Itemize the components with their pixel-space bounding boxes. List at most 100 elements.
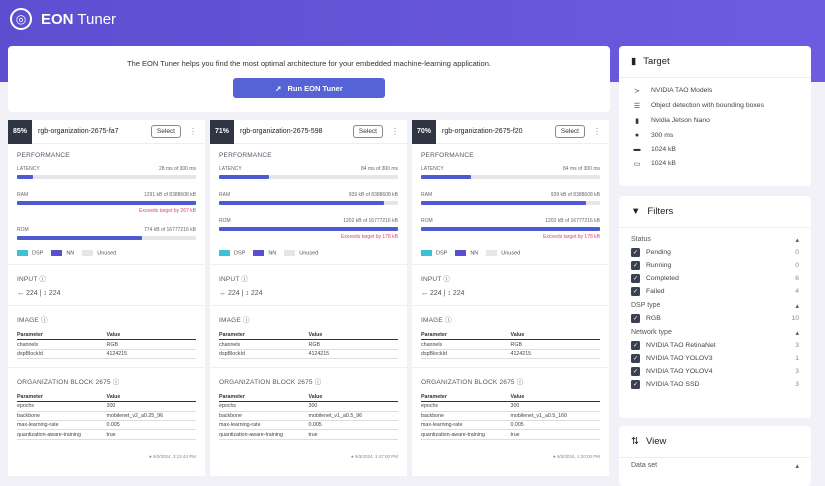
filter-group-header[interactable]: Network type ▴ bbox=[619, 325, 811, 339]
input-dimensions: ↔ 224 | ↕ 224 bbox=[17, 290, 196, 297]
filter-label: Running bbox=[646, 262, 672, 269]
value-cell: 0.005 bbox=[308, 420, 398, 431]
legend-label: DSP bbox=[234, 250, 246, 257]
latency-bar-fill bbox=[17, 175, 34, 179]
filter-option[interactable]: ✓ Running 0 bbox=[619, 259, 811, 272]
filter-option[interactable]: ✓ Completed 6 bbox=[619, 272, 811, 285]
value-cell: true bbox=[510, 429, 600, 440]
filters-panel: ▼ Filters Status ▴ ✓ Pending 0 ✓ Running 0 ✓ Compl… bbox=[619, 196, 811, 418]
checkbox-checked[interactable]: ✓ bbox=[631, 274, 640, 283]
target-text: Object detection with bounding boxes bbox=[651, 102, 764, 109]
filter-label: NVIDIA TAO SSD bbox=[646, 381, 700, 388]
ram-icon: ▬ bbox=[633, 145, 641, 153]
result-card: 70% rgb-organization-2675-f20 Select ⋮ PERFO… bbox=[412, 119, 609, 476]
table-header: Parameter Value bbox=[17, 331, 196, 341]
more-options-icon[interactable]: ⋮ bbox=[189, 127, 197, 136]
legend-label: NN bbox=[66, 250, 75, 257]
filter-label: NVIDIA TAO YOLOV3 bbox=[646, 355, 713, 362]
org-section: ORGANIZATION BLOCK 2675 ⓘ Parameter Value e… bbox=[8, 368, 205, 448]
select-button[interactable]: Select bbox=[352, 125, 383, 138]
input-heading: INPUT ⓘ bbox=[17, 276, 47, 284]
value-cell: true bbox=[308, 429, 398, 440]
table-header: Parameter Value bbox=[219, 393, 398, 403]
rom-row: ROM 1202 kB of 16777216 kB bbox=[421, 218, 600, 224]
filter-count: 10 bbox=[791, 315, 799, 322]
legend-swatch bbox=[17, 250, 28, 256]
filter-option[interactable]: ✓ Failed 4 bbox=[619, 285, 811, 298]
legend-dsp: DSP bbox=[421, 250, 447, 256]
target-item: ▮ Nvidia Jetson Nano bbox=[619, 113, 811, 128]
parameter-cell: dspBlockId bbox=[17, 349, 107, 360]
filter-group-header[interactable]: Status ▴ bbox=[619, 232, 811, 246]
checkbox-checked[interactable]: ✓ bbox=[631, 314, 640, 323]
run-eon-tuner-button[interactable]: ➚ Run EON Tuner bbox=[233, 78, 385, 98]
input-title: INPUT bbox=[421, 276, 442, 284]
parameter-header: Parameter bbox=[421, 331, 511, 341]
select-button[interactable]: Select bbox=[554, 125, 585, 138]
input-title: INPUT bbox=[17, 276, 38, 284]
filter-count: 1 bbox=[795, 355, 799, 362]
legend-label: Unused bbox=[299, 250, 319, 257]
device-icon: ▮ bbox=[635, 117, 639, 125]
more-options-icon[interactable]: ⋮ bbox=[391, 127, 399, 136]
input-section: INPUT ⓘ ↔ 224 | ↕ 224 bbox=[210, 265, 407, 307]
database-icon: ☰ bbox=[633, 102, 641, 110]
filter-group-data-set[interactable]: Data set ▴ bbox=[619, 458, 811, 472]
rom-warning: Exceeds target by 178 kB bbox=[543, 234, 600, 240]
legend-label: NN bbox=[268, 250, 277, 257]
checkbox-checked[interactable]: ✓ bbox=[631, 341, 640, 350]
filter-option[interactable]: ✓ NVIDIA TAO SSD 3 bbox=[619, 378, 811, 391]
ram-bar bbox=[17, 201, 196, 205]
parameter-cell: channels bbox=[17, 339, 107, 350]
parameter-header: Parameter bbox=[17, 393, 107, 403]
value-cell: 4124215 bbox=[106, 349, 196, 360]
legend: DSP NN Unused bbox=[219, 250, 398, 256]
checkbox-checked[interactable]: ✓ bbox=[631, 287, 640, 296]
table-row: max-learning-rate 0.005 bbox=[219, 420, 398, 431]
image-heading: IMAGE ⓘ bbox=[17, 317, 48, 325]
filter-option[interactable]: ✓ NVIDIA TAO YOLOV4 3 bbox=[619, 365, 811, 378]
parameter-cell: epochs bbox=[421, 401, 511, 412]
image-section: IMAGE ⓘ Parameter Value channels RGB dspBlock… bbox=[412, 306, 609, 369]
filter-label: RGB bbox=[646, 315, 661, 322]
select-button[interactable]: Select bbox=[150, 125, 181, 138]
legend-swatch bbox=[51, 250, 63, 256]
filter-count: 0 bbox=[795, 262, 799, 269]
checkbox-checked[interactable]: ✓ bbox=[631, 367, 640, 376]
legend-label: Unused bbox=[501, 250, 521, 257]
org-section: ORGANIZATION BLOCK 2675 ⓘ Parameter Value e… bbox=[210, 368, 407, 448]
target-item: ≻ NVIDIA TAO Models bbox=[619, 83, 811, 98]
parameter-cell: backbone bbox=[421, 411, 511, 421]
org-title: ORGANIZATION BLOCK 2675 bbox=[421, 379, 515, 387]
latency-bar-fill bbox=[219, 175, 270, 179]
checkbox-checked[interactable]: ✓ bbox=[631, 354, 640, 363]
ram-warning: Exceeds target by 267 kB bbox=[139, 208, 196, 214]
image-table: Parameter Value channels RGB dspBlockId 41242… bbox=[219, 331, 398, 360]
checkbox-checked[interactable]: ✓ bbox=[631, 248, 640, 257]
ram-bar-fill bbox=[421, 201, 586, 205]
filter-group-header[interactable]: DSP type ▴ bbox=[619, 298, 811, 312]
filter-option[interactable]: ✓ NVIDIA TAO YOLOV3 1 bbox=[619, 352, 811, 365]
checkbox-checked[interactable]: ✓ bbox=[631, 380, 640, 389]
intro-panel: The EON Tuner helps you find the most op… bbox=[8, 46, 610, 112]
table-header: Parameter Value bbox=[421, 331, 600, 341]
table-header: Parameter Value bbox=[421, 393, 600, 403]
legend: DSP NN Unused bbox=[421, 250, 600, 256]
input-width: 224 bbox=[227, 290, 240, 298]
collapse-icon: ▴ bbox=[795, 237, 799, 244]
performance-section: PERFORMANCE LATENCY 28 ms of 300 ms RAM 1291… bbox=[8, 144, 205, 266]
filter-option[interactable]: ✓ Pending 0 bbox=[619, 246, 811, 259]
performance-section: PERFORMANCE LATENCY 84 ms of 300 ms RAM 939 … bbox=[210, 144, 407, 266]
score-badge: 85% bbox=[8, 119, 32, 144]
target-item: ▭ 1024 kB bbox=[619, 156, 811, 171]
table-row: dspBlockId 4124215 bbox=[17, 349, 196, 360]
filter-option[interactable]: ✓ NVIDIA TAO RetinaNet 3 bbox=[619, 339, 811, 352]
rom-bar-fill bbox=[421, 227, 600, 231]
checkbox-checked[interactable]: ✓ bbox=[631, 261, 640, 270]
filter-option[interactable]: ✓ RGB 10 bbox=[619, 312, 811, 325]
latency-label: LATENCY bbox=[421, 166, 444, 172]
more-options-icon[interactable]: ⋮ bbox=[593, 127, 601, 136]
value-header: Value bbox=[106, 331, 196, 341]
legend-unused: Unused bbox=[486, 250, 520, 256]
